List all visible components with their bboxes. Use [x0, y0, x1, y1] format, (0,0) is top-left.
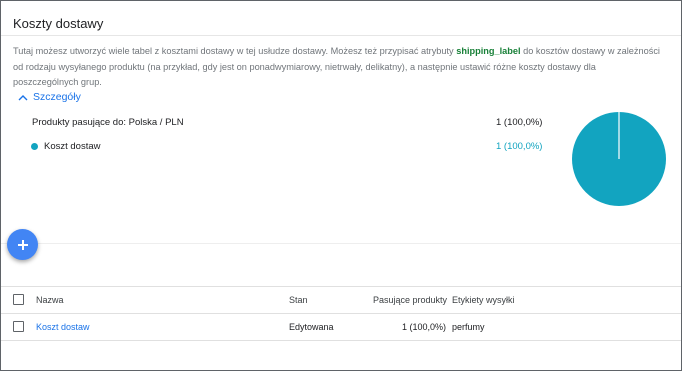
legend-label: Koszt dostaw: [44, 141, 101, 152]
shipping-label-attribute: shipping_label: [456, 46, 521, 56]
row-checkbox[interactable]: [13, 321, 24, 332]
row-name-link[interactable]: Koszt dostaw: [36, 322, 90, 332]
pie-chart: [572, 112, 666, 206]
add-shipping-cost-button[interactable]: [7, 229, 38, 260]
table-top-border: [1, 286, 681, 287]
divider: [1, 35, 681, 36]
divider: [1, 340, 681, 341]
row-labels: perfumy: [452, 322, 485, 332]
legend-value: 1 (100,0%): [496, 141, 543, 152]
panel-description: Tutaj możesz utworzyć wiele tabel z kosz…: [13, 44, 663, 91]
matching-products-value: 1 (100,0%): [496, 117, 543, 128]
chevron-up-icon: [18, 94, 28, 100]
column-header-state[interactable]: Stan: [289, 295, 308, 305]
plus-icon: [17, 239, 28, 250]
matching-products-label: Produkty pasujące do: Polska / PLN: [32, 117, 184, 128]
divider: [1, 313, 681, 314]
row-state: Edytowana: [289, 322, 334, 332]
row-matching: 1 (100,0%): [402, 322, 447, 332]
column-header-name[interactable]: Nazwa: [36, 295, 64, 305]
divider: [1, 243, 681, 244]
shipping-costs-panel: Koszty dostawy Tutaj możesz utworzyć wie…: [0, 0, 682, 371]
legend-swatch: [31, 143, 38, 150]
description-text: Tutaj możesz utworzyć wiele tabel z kosz…: [13, 46, 457, 56]
column-header-labels[interactable]: Etykiety wysyłki: [452, 295, 515, 305]
details-toggle[interactable]: Szczegóły: [18, 91, 81, 103]
column-header-matching[interactable]: Pasujące produkty: [373, 295, 447, 305]
panel-title: Koszty dostawy: [13, 16, 104, 31]
details-toggle-label: Szczegóły: [33, 91, 81, 103]
select-all-checkbox[interactable]: [13, 294, 24, 305]
